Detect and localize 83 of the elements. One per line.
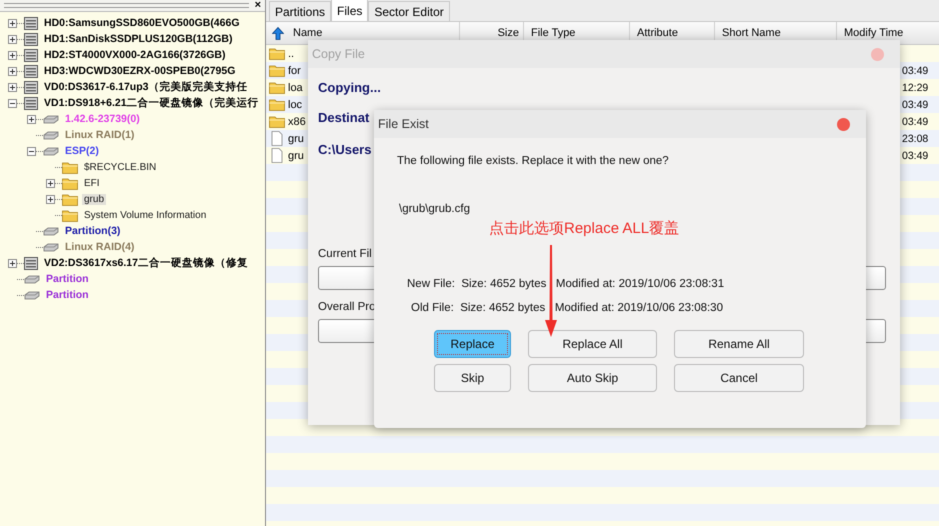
hard-drive-icon [24,64,38,78]
dialog-button[interactable]: Auto Skip [528,364,657,392]
tree-item[interactable]: EFI [82,178,102,188]
expand-icon[interactable] [8,258,17,268]
hard-drive-icon [24,80,38,94]
tree-item[interactable]: ESP(2) [63,145,101,157]
file-name[interactable]: gru [288,150,304,162]
tree-item[interactable]: VD0:DS3617-6.17up3（完美版完美支持任 [42,80,250,94]
folder-icon [269,115,285,128]
tree-item[interactable]: Partition [44,273,91,285]
modify-time: 03:49 [902,116,928,128]
modify-time: 03:49 [902,64,928,76]
close-button[interactable]: × [254,0,261,11]
file-name[interactable]: loc [288,98,302,110]
modify-time: 23:08 [902,132,928,144]
tree-item[interactable]: HD2:ST4000VX000-2AG166(3726GB) [42,49,228,61]
expand-icon[interactable] [8,66,17,76]
hard-drive-icon [24,256,38,270]
expand-icon[interactable] [8,82,17,92]
file-name[interactable]: gru [288,132,304,144]
file-info: Old File: Size: 4652 bytes Modified at: 2019/10/06 23:08:30 [411,302,724,314]
tree-item[interactable]: HD3:WDCWD30EZRX-00SPEB0(2795G [42,65,238,77]
tab[interactable]: Sector Editor [368,1,450,21]
destination-label: Destinat [318,110,370,125]
file-path: \grub\grub.cfg [399,203,471,215]
dialog-button[interactable]: Cancel [674,364,804,392]
expand-icon[interactable] [8,50,17,60]
destination-path: C:\Users [318,142,372,157]
expand-icon[interactable] [8,18,17,28]
tree-item[interactable]: Linux RAID(1) [63,129,136,141]
folder-icon [62,160,78,174]
tree-item[interactable]: System Volume Information [82,210,208,220]
modify-time: 03:49 [902,98,928,110]
tree-item[interactable]: Partition(3) [63,225,122,237]
file-icon [269,131,285,146]
hard-drive-icon [24,96,38,110]
file-name[interactable]: for [288,64,301,76]
file-name[interactable]: x86 [288,116,306,128]
tree-item[interactable]: $RECYCLE.BIN [82,162,158,172]
tab[interactable]: Files [331,0,368,21]
expand-icon[interactable] [46,194,55,204]
folder-icon [269,47,285,60]
collapse-icon[interactable] [8,98,17,108]
file-name[interactable]: loa [288,82,303,94]
folder-icon [269,81,285,94]
file-name[interactable]: .. [288,48,294,60]
annotation-text: 点击此选项Replace ALL覆盖 [489,219,680,238]
dialog-button[interactable]: Replace [434,330,511,358]
folder-icon [269,64,285,77]
tree-item[interactable]: HD1:SanDiskSSDPLUS120GB(112GB) [42,33,234,45]
expand-icon[interactable] [46,178,55,188]
dialog-button[interactable]: Replace All [528,330,657,358]
folder-icon [62,192,78,206]
up-arrow-icon[interactable] [272,26,284,40]
tree-item[interactable]: grub [82,194,106,204]
status-text: Copying... [318,80,381,95]
hard-drive-icon [24,32,38,46]
tree-item[interactable]: Partition [44,289,91,301]
modify-time: 12:29 [902,82,928,94]
collapse-icon[interactable] [27,146,36,156]
dialog-title: Copy File [312,47,365,61]
expand-icon[interactable] [8,34,17,44]
tree-item[interactable]: HD0:SamsungSSD860EVO500GB(466G [42,17,242,29]
folder-icon [62,176,78,190]
expand-icon[interactable] [27,114,36,124]
close-button[interactable] [837,118,850,130]
tab[interactable]: Partitions [269,1,332,21]
hard-drive-icon [24,16,38,30]
tree-item[interactable]: Linux RAID(4) [63,241,136,253]
dialog-button[interactable]: Rename All [674,330,804,358]
tree-item[interactable]: VD2:DS3617xs6.17二合一硬盘镜像（修复 [42,256,250,270]
tree-item[interactable]: VD1:DS918+6.21二合一硬盘镜像（完美运行 [42,96,261,110]
column-header[interactable]: Name [293,27,322,39]
file-info: New File: Size: 4652 bytes Modified at: 2019/10/06 23:08:31 [407,278,726,290]
hard-drive-icon [24,48,38,62]
file-icon [269,148,285,163]
dialog-button[interactable]: Skip [434,364,511,392]
message-text: The following file exists. Replace it with the new one? [397,155,670,167]
progress-label: Current Fil [318,248,372,260]
dialog-title: File Exist [378,117,429,131]
folder-icon [269,98,285,111]
modify-time: 03:49 [902,150,928,162]
folder-icon [62,208,78,222]
